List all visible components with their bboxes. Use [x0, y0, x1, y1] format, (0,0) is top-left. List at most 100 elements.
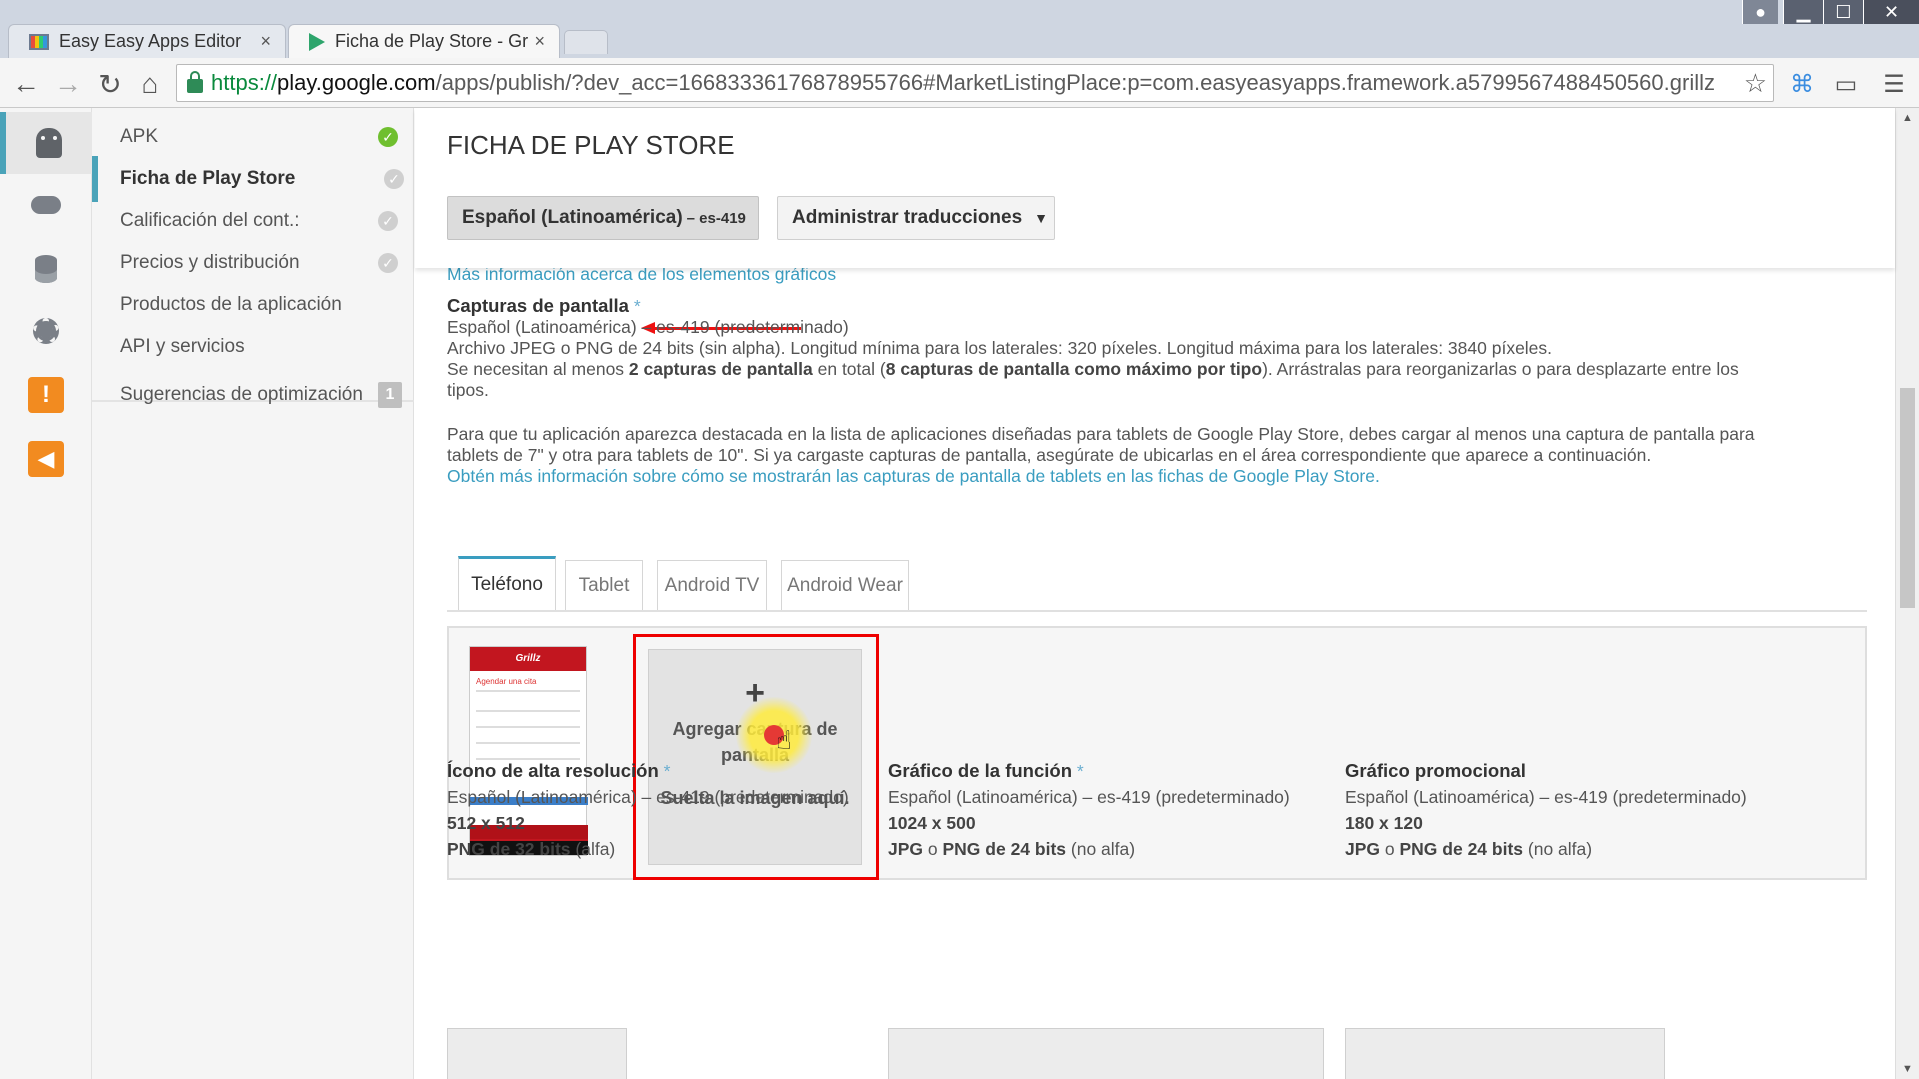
page-header: FICHA DE PLAY STORE Español (Latinoaméri…: [415, 108, 1895, 268]
asset-format: JPG o PNG de 24 bits (no alfa): [888, 836, 1290, 862]
rail-settings[interactable]: [0, 300, 92, 362]
requirement-text: Se necesitan al menos: [447, 359, 629, 379]
maximize-window-button[interactable]: ☐: [1823, 0, 1863, 24]
extension-icon[interactable]: ⌘: [1786, 68, 1818, 100]
browser-toolbar: ← → ↻ ⌂ https:// play.google.com /apps/p…: [0, 58, 1919, 108]
asset-title: Gráfico de la función: [888, 760, 1072, 781]
check-pending-icon: ✓: [378, 211, 398, 231]
android-icon: [36, 128, 62, 158]
main-content: Más información acerca de los elementos …: [415, 268, 1895, 1079]
requirement-max: 8 capturas de pantalla como máximo por t…: [885, 359, 1263, 379]
nav-item-label: Productos de la aplicación: [120, 294, 342, 315]
phone-line: [476, 710, 580, 712]
rail-alerts[interactable]: !: [0, 364, 92, 426]
minimize-window-button[interactable]: ▁: [1783, 0, 1823, 24]
nav-item-label: APK: [120, 126, 159, 147]
check-pending-icon: ✓: [378, 253, 398, 273]
user-profile-icon[interactable]: ●: [1742, 0, 1778, 24]
scroll-down-icon[interactable]: ▼: [1902, 1063, 1913, 1075]
publish-nav: APK ✓ Ficha de Play Store ✓ Calificación…: [92, 108, 414, 1079]
close-window-button[interactable]: ✕: [1863, 0, 1919, 24]
rail-android[interactable]: [0, 112, 92, 174]
new-tab-button[interactable]: [564, 30, 608, 54]
url-host: play.google.com: [277, 70, 436, 95]
asset-language: Español (Latinoamérica) – es-419 (predet…: [888, 787, 1290, 807]
tablet-info-link[interactable]: Obtén más información sobre cómo se most…: [447, 463, 1380, 489]
asset-title-row: Ícono de alta resolución *: [447, 758, 849, 784]
asset-language: Español (Latinoamérica) – es-419 (predet…: [1345, 787, 1747, 807]
asset-size: 512 x 512: [447, 813, 525, 833]
asset-title: Ícono de alta resolución: [447, 760, 659, 781]
editor-favicon-icon: [29, 33, 49, 50]
nav-item-services-apis[interactable]: API y servicios: [92, 324, 414, 370]
url-protocol: https://: [211, 70, 278, 95]
nav-item-label: Sugerencias de optimización: [120, 384, 363, 405]
tab-android-tv[interactable]: Android TV: [657, 560, 767, 610]
cast-icon[interactable]: ▭: [1830, 68, 1862, 100]
feature-graphic-dropzone[interactable]: [888, 1028, 1324, 1079]
asset-format-rest: (no alfa): [1523, 839, 1593, 859]
back-arrow-icon[interactable]: ←: [10, 68, 42, 100]
nav-item-content-rating[interactable]: Calificación del cont.: ✓: [92, 198, 414, 244]
hi-res-icon-section: Ícono de alta resolución * Español (Lati…: [447, 758, 849, 862]
hi-res-icon-dropzone[interactable]: [447, 1028, 627, 1079]
asset-title: Gráfico promocional: [1345, 760, 1526, 781]
asset-format-bold: PNG de 24 bits: [1399, 839, 1524, 859]
screenshots-label: Capturas de pantalla: [447, 295, 629, 316]
rail-announcements[interactable]: ◀: [0, 428, 92, 490]
screenshots-requirement-cont: tipos.: [447, 380, 489, 400]
tab-tablet[interactable]: Tablet: [565, 560, 643, 610]
phone-brand: Grillz: [470, 647, 586, 671]
requirement-min: 2 capturas de pantalla: [628, 359, 813, 379]
asset-size: 180 x 120: [1345, 813, 1423, 833]
nav-item-apk[interactable]: APK ✓: [92, 114, 414, 160]
rail-database[interactable]: [0, 238, 92, 300]
home-icon[interactable]: ⌂: [134, 68, 166, 100]
required-mark: *: [1076, 761, 1084, 781]
lock-icon: [187, 71, 203, 93]
app-icon-rail: ! ◀: [0, 108, 92, 1079]
required-mark: *: [633, 296, 641, 316]
browser-tab-play-store[interactable]: Ficha de Play Store - Grillz ×: [288, 24, 560, 58]
nav-item-label: API y servicios: [120, 336, 245, 357]
rail-games[interactable]: [0, 174, 92, 236]
chevron-down-icon: ▼: [1034, 210, 1049, 226]
nav-item-optimization-tips[interactable]: Sugerencias de optimización 1: [92, 372, 414, 418]
nav-item-label: Calificación del cont.:: [120, 210, 300, 231]
address-bar[interactable]: https:// play.google.com /apps/publish/?…: [176, 64, 1774, 102]
tab-android-wear[interactable]: Android Wear: [781, 560, 909, 610]
nav-item-in-app-products[interactable]: Productos de la aplicación: [92, 282, 414, 328]
page-title: FICHA DE PLAY STORE: [447, 130, 735, 160]
required-mark: *: [663, 761, 671, 781]
nav-item-store-listing[interactable]: Ficha de Play Store ✓: [92, 156, 414, 202]
manage-translations-button[interactable]: Administrar traducciones ▼: [777, 196, 1055, 240]
vertical-scrollbar[interactable]: ▲ ▼: [1895, 108, 1919, 1079]
asset-format-bold: JPG: [888, 839, 924, 859]
asset-format-rest: (alfa): [570, 839, 616, 859]
language-code: – es-419: [686, 209, 746, 227]
reload-icon[interactable]: ↻: [94, 68, 126, 100]
check-complete-icon: ✓: [378, 127, 398, 147]
menu-icon[interactable]: ☰: [1878, 68, 1910, 100]
close-icon[interactable]: ×: [534, 31, 545, 52]
promo-graphic-dropzone[interactable]: [1345, 1028, 1665, 1079]
language-button[interactable]: Español (Latinoamérica) – es-419: [447, 196, 759, 240]
forward-arrow-icon[interactable]: →: [52, 68, 84, 100]
nav-item-pricing[interactable]: Precios y distribución ✓: [92, 240, 414, 286]
requirement-text: ). Arrástralas para reorganizarlas o par…: [1262, 359, 1739, 379]
tab-phone[interactable]: Teléfono: [458, 556, 556, 610]
database-icon: [35, 255, 57, 283]
warning-icon: !: [28, 377, 64, 413]
count-badge: 1: [378, 382, 402, 408]
hand-pointer-icon: ☝: [776, 725, 792, 755]
graphics-info-link[interactable]: Más información acerca de los elementos …: [447, 268, 836, 287]
browser-tab-editor[interactable]: Easy Easy Apps Editor ×: [8, 24, 286, 58]
scroll-up-icon[interactable]: ▲: [1902, 112, 1913, 124]
phone-line: [476, 742, 580, 744]
asset-format-bold: PNG de 32 bits: [447, 839, 571, 859]
bookmark-star-icon[interactable]: ☆: [1744, 68, 1767, 99]
gear-icon: [33, 318, 59, 344]
asset-title-row: Gráfico promocional: [1345, 758, 1747, 784]
scrollbar-thumb[interactable]: [1900, 388, 1915, 608]
close-icon[interactable]: ×: [260, 31, 271, 52]
